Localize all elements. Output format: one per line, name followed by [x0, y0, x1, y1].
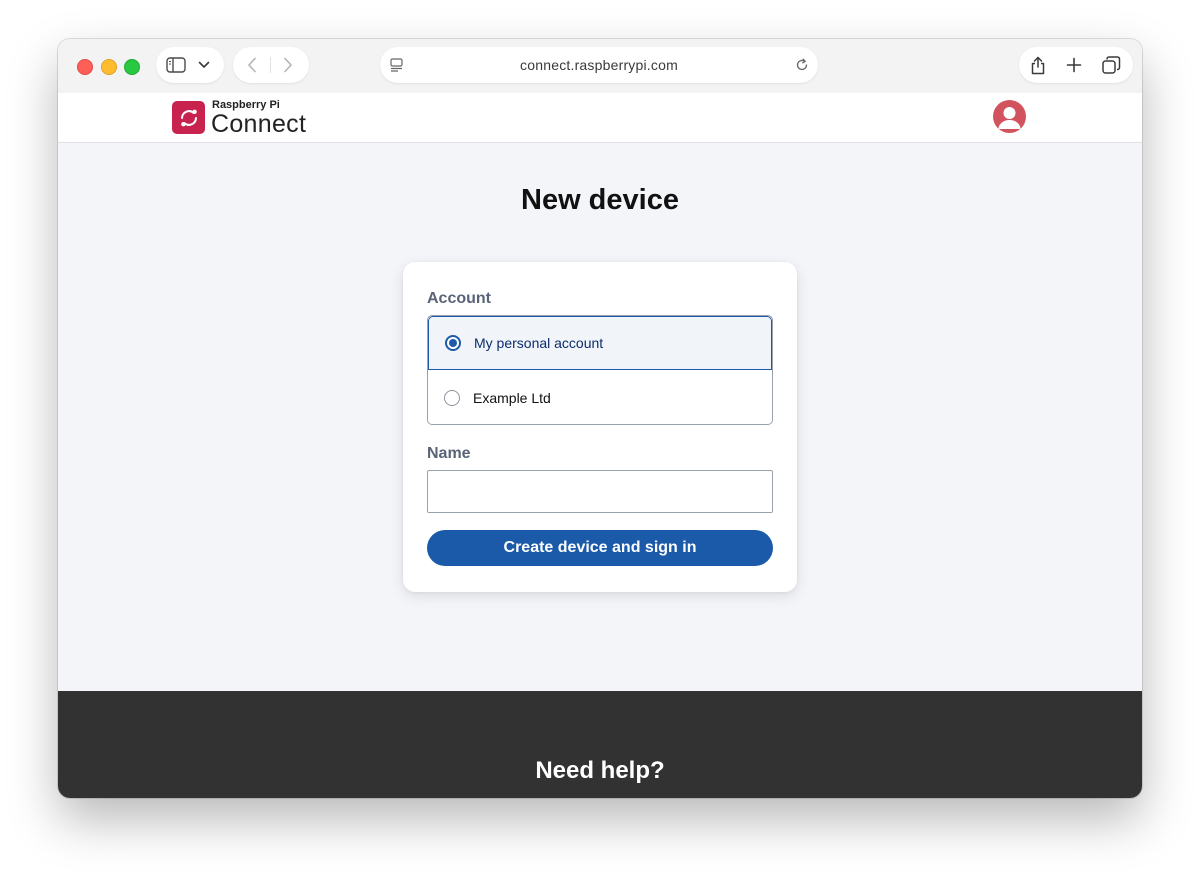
back-icon[interactable]: [245, 56, 259, 74]
browser-window: connect.raspberrypi.com Raspberry Pi Con…: [58, 39, 1142, 798]
account-label: Account: [427, 290, 491, 307]
new-device-card: Account My personal account Example Ltd …: [403, 262, 797, 592]
history-nav-group: [233, 47, 309, 83]
window-actions-group: [1019, 47, 1133, 83]
account-option-label: My personal account: [474, 335, 604, 351]
radio-checked-icon[interactable]: [445, 335, 461, 351]
account-radio-group: My personal account Example Ltd: [427, 315, 773, 425]
chevron-down-icon[interactable]: [198, 60, 210, 70]
nav-divider: [270, 57, 271, 73]
close-window-button[interactable]: [77, 59, 93, 75]
reload-icon[interactable]: [794, 57, 810, 73]
device-name-input[interactable]: [427, 470, 773, 513]
url-text: connect.raspberrypi.com: [520, 57, 678, 73]
new-tab-icon[interactable]: [1065, 56, 1083, 74]
account-option-label: Example Ltd: [473, 390, 551, 406]
account-option-example-ltd[interactable]: Example Ltd: [428, 371, 772, 424]
site-header: Raspberry Pi Connect: [58, 93, 1142, 143]
name-label: Name: [427, 445, 471, 462]
page-title: New device: [521, 184, 679, 216]
footer-help-heading: Need help?: [535, 757, 665, 784]
minimize-window-button[interactable]: [101, 59, 117, 75]
share-icon[interactable]: [1029, 54, 1047, 76]
raspberry-pi-connect-logo-icon[interactable]: [172, 101, 205, 134]
user-avatar-icon[interactable]: [993, 100, 1026, 133]
sidebar-toggle-group[interactable]: [156, 47, 224, 83]
account-option-personal[interactable]: My personal account: [428, 316, 772, 370]
create-device-button[interactable]: Create device and sign in: [427, 530, 773, 566]
address-bar[interactable]: connect.raspberrypi.com: [380, 47, 818, 83]
radio-unchecked-icon[interactable]: [444, 390, 460, 406]
zoom-window-button[interactable]: [124, 59, 140, 75]
browser-toolbar: connect.raspberrypi.com: [58, 39, 1142, 93]
tab-overview-icon[interactable]: [1101, 55, 1121, 75]
logo-big-text: Connect: [211, 110, 307, 138]
page-settings-icon[interactable]: [389, 57, 403, 73]
site-footer: Need help?: [58, 691, 1142, 798]
forward-icon[interactable]: [281, 56, 295, 74]
sidebar-toggle-icon[interactable]: [166, 56, 186, 74]
